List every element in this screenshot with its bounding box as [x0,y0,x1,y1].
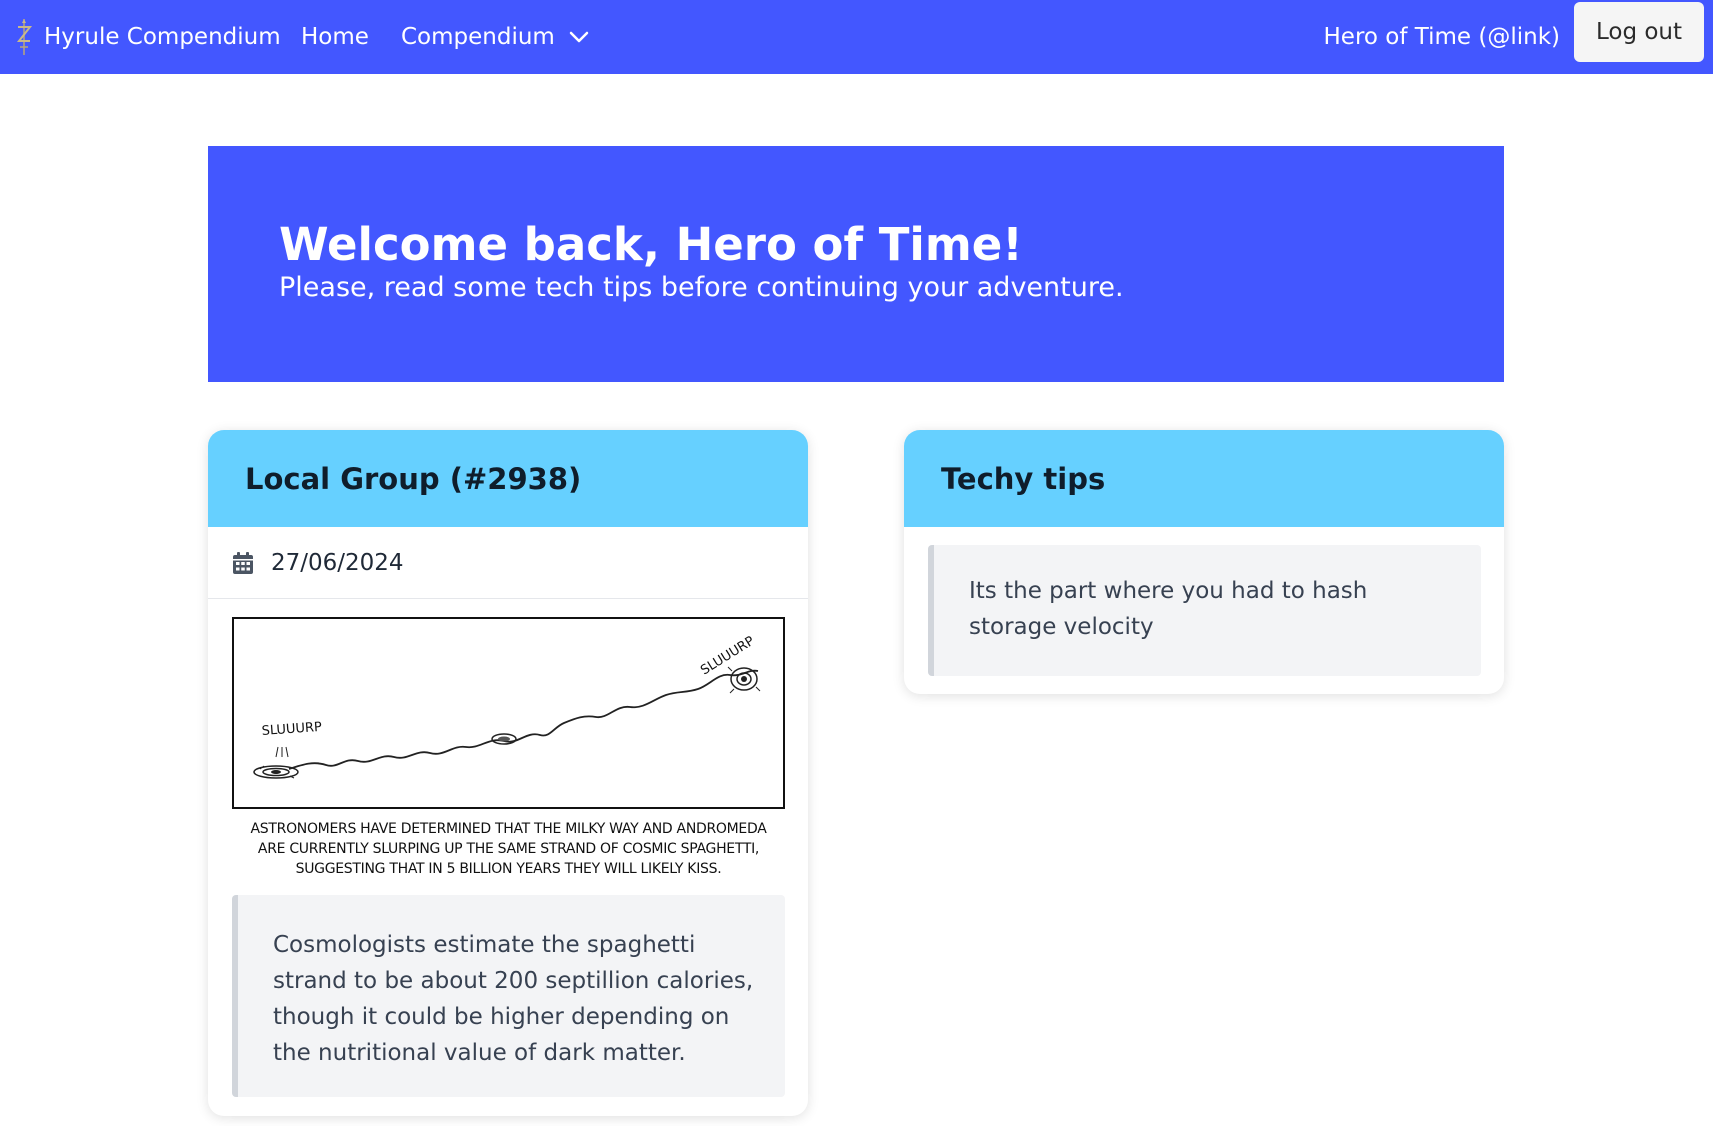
card-title: Techy tips [941,461,1106,496]
comic-panel: SLUUURP SLUUURP [232,617,785,809]
brand-link[interactable]: Hyrule Compendium [13,0,281,74]
nav-compendium-dropdown[interactable]: Compendium [401,0,589,74]
chevron-down-icon [569,30,589,44]
date-row: 27/06/2024 [208,527,808,599]
welcome-banner: Welcome back, Hero of Time! Please, read… [208,146,1504,382]
tip-quote: Cosmologists estimate the spaghetti stra… [232,895,785,1097]
techy-tips-card: Techy tips Its the part where you had to… [904,430,1504,694]
nav-home-link[interactable]: Home [301,0,369,74]
tip-quote: Its the part where you had to hash stora… [928,545,1481,676]
welcome-subtitle: Please, read some tech tips before conti… [279,271,1124,303]
calendar-icon [232,551,254,575]
card-header: Local Group (#2938) [208,430,808,527]
comic-caption: ASTRONOMERS HAVE DETERMINED THAT THE MIL… [232,819,785,879]
card-title: Local Group (#2938) [245,461,582,496]
logout-button[interactable]: Log out [1574,2,1704,62]
top-navbar: Hyrule Compendium Home Compendium Hero o… [0,0,1713,74]
current-user-label: Hero of Time (@link) [1323,24,1560,50]
brand-name: Hyrule Compendium [44,24,281,50]
comic-caption-line: ARE CURRENTLY SLURPING UP THE SAME STRAN… [257,841,760,857]
card-date: 27/06/2024 [271,549,404,576]
nav-compendium-label: Compendium [401,24,555,50]
card-header: Techy tips [904,430,1504,527]
triforce-sword-logo-icon [13,17,35,57]
local-group-card: Local Group (#2938) 27/06/2024 SLUUURP S… [208,430,808,1116]
slurp-word-left: SLUUURP [261,720,322,739]
comic-caption-line: ASTRONOMERS HAVE DETERMINED THAT THE MIL… [250,821,767,837]
comic-image: SLUUURP SLUUURP ASTRONOMERS HAVE DETERMI… [232,617,785,879]
comic-caption-line: SUGGESTING THAT IN 5 BILLION YEARS THEY … [295,861,722,877]
welcome-title: Welcome back, Hero of Time! [279,218,1023,271]
